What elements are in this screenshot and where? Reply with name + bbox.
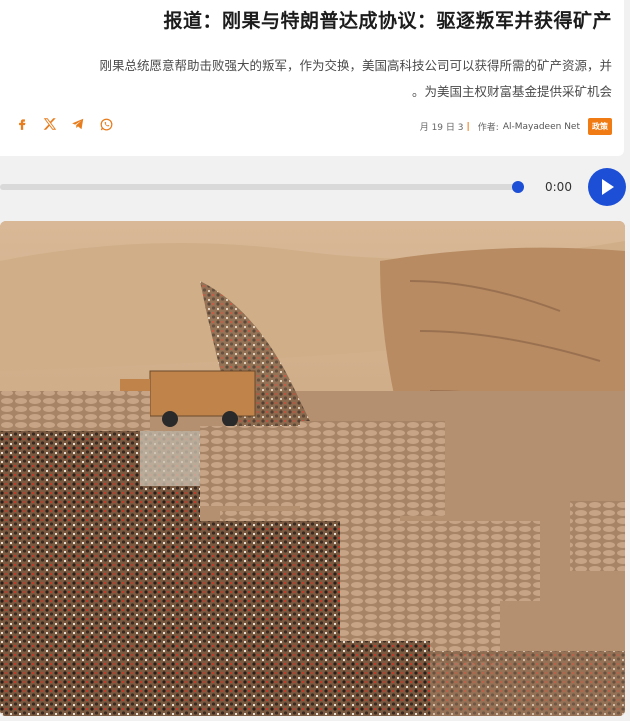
telegram-icon[interactable] xyxy=(70,116,86,132)
publish-date: 月 19 日 3 xyxy=(419,123,464,133)
x-icon[interactable] xyxy=(42,116,58,132)
audio-time: 0:00 xyxy=(545,180,572,194)
article-summary: 刚果总统愿意帮助击败强大的叛军，作为交换，美国高科技公司可以获得所需的矿产资源，… xyxy=(22,53,612,105)
author-name[interactable]: Al-Mayadeen Net xyxy=(503,122,580,132)
mine-photo-illustration xyxy=(0,221,625,716)
article-title: 报道：刚果与特朗普达成协议：驱逐叛军并获得矿产 xyxy=(163,10,612,32)
article-page: 报道：刚果与特朗普达成协议：驱逐叛军并获得矿产 刚果总统愿意帮助击败强大的叛军，… xyxy=(0,0,630,721)
article-header-card: 报道：刚果与特朗普达成协议：驱逐叛军并获得矿产 刚果总统愿意帮助击败强大的叛军，… xyxy=(0,0,624,156)
article-photo xyxy=(0,221,625,716)
article-meta: 月 19 日 3 | 作者: Al-Mayadeen Net 政策 xyxy=(420,118,612,135)
audio-progress-track[interactable] xyxy=(0,184,518,190)
play-icon xyxy=(602,179,614,195)
play-button[interactable] xyxy=(588,168,626,206)
audio-player: 0:00 xyxy=(0,162,630,212)
meta-separator: | xyxy=(466,121,470,132)
share-bar xyxy=(14,116,114,132)
whatsapp-icon[interactable] xyxy=(98,116,114,132)
summary-line-2: 。为美国主权财富基金提供采矿机会 xyxy=(411,84,612,99)
facebook-icon[interactable] xyxy=(14,116,30,132)
category-tag[interactable]: 政策 xyxy=(588,118,612,135)
audio-progress-thumb[interactable] xyxy=(512,181,524,193)
author-label: 作者: xyxy=(477,123,499,133)
summary-line-1: 刚果总统愿意帮助击败强大的叛军，作为交换，美国高科技公司可以获得所需的矿产资源，… xyxy=(99,58,612,73)
